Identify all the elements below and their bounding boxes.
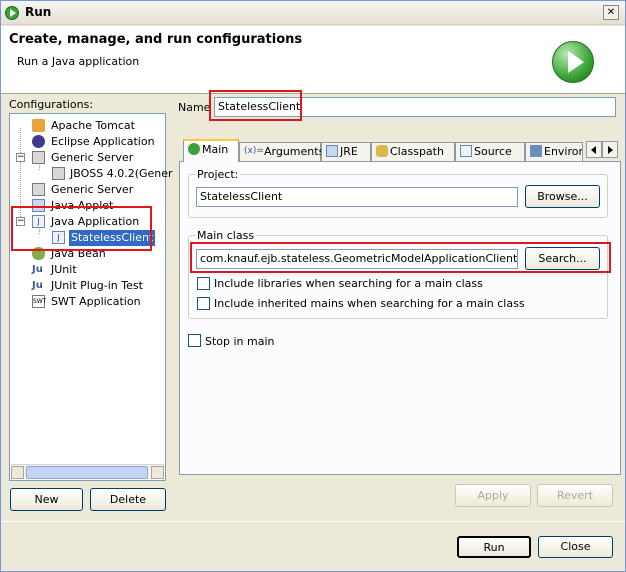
- scroll-thumb[interactable]: [26, 466, 148, 479]
- classpath-icon: [376, 145, 388, 157]
- configurations-tree[interactable]: Apache Tomcat Eclipse Application − Gene…: [9, 113, 173, 481]
- tab-arguments[interactable]: (x)= Arguments: [239, 142, 325, 161]
- tab-label: Source: [474, 145, 512, 158]
- window-title: Run: [25, 5, 52, 19]
- server-icon: [32, 183, 45, 196]
- tree-item-generic-server-2[interactable]: Generic Server: [10, 182, 160, 198]
- arguments-icon: (x)=: [244, 146, 264, 156]
- run-dialog: Run ✕ Create, manage, and run configurat…: [0, 0, 626, 572]
- tab-main[interactable]: Main: [183, 139, 239, 162]
- collapse-icon[interactable]: −: [16, 153, 25, 162]
- eclipse-icon: [32, 135, 45, 148]
- tab-label: Environ: [544, 145, 583, 158]
- footer-separator: [1, 521, 625, 522]
- tab-scroll-right-icon[interactable]: [602, 141, 618, 158]
- name-label: Name: [178, 101, 211, 114]
- configurations-label: Configurations:: [9, 98, 94, 111]
- tree-item-jboss[interactable]: JBOSS 4.0.2(Gener: [10, 166, 173, 182]
- revert-button[interactable]: Revert: [537, 484, 613, 507]
- tree-item-label: Apache Tomcat: [51, 119, 135, 132]
- main-class-label: Main class: [195, 229, 257, 242]
- tomcat-icon: [32, 119, 45, 132]
- environment-icon: [530, 145, 542, 157]
- close-icon[interactable]: ✕: [603, 5, 619, 20]
- new-button[interactable]: New: [10, 488, 83, 511]
- dialog-header: Create, manage, and run configurations R…: [1, 26, 625, 94]
- tree-item-label: JUnit: [51, 263, 77, 276]
- tree-item-junit[interactable]: Ju JUnit: [10, 262, 160, 278]
- source-icon: [460, 145, 472, 157]
- apply-button[interactable]: Apply: [455, 484, 531, 507]
- include-inherited-checkbox[interactable]: [197, 297, 210, 310]
- tab-environment[interactable]: Environ: [525, 142, 583, 161]
- tab-classpath[interactable]: Classpath: [371, 142, 455, 161]
- tree-item-eclipse-application[interactable]: Eclipse Application: [10, 134, 160, 150]
- server-icon: [52, 167, 65, 180]
- junit-icon: Ju: [32, 264, 43, 275]
- highlight-java-application: [11, 206, 152, 251]
- tree-item-label: JUnit Plug-in Test: [51, 279, 143, 292]
- run-icon: [5, 6, 19, 20]
- title-bar: Run ✕: [1, 1, 625, 25]
- tree-item-label: Generic Server: [51, 151, 134, 164]
- include-libraries-label: Include libraries when searching for a m…: [214, 277, 483, 290]
- tab-label: JRE: [340, 145, 358, 158]
- delete-button[interactable]: Delete: [90, 488, 166, 511]
- header-title: Create, manage, and run configurations: [9, 32, 303, 47]
- tab-strip: Main (x)= Arguments JRE Classpath Source…: [179, 139, 621, 162]
- junit-icon: Ju: [32, 280, 43, 291]
- tab-scroll-left-icon[interactable]: [586, 141, 602, 158]
- tree-item-label: Generic Server: [51, 183, 134, 196]
- close-button[interactable]: Close: [538, 536, 613, 558]
- swt-icon: SWT: [32, 295, 46, 308]
- project-label: Project:: [195, 168, 241, 181]
- tree-item-generic-server[interactable]: − Generic Server: [10, 150, 160, 166]
- scroll-left-icon[interactable]: [11, 466, 24, 479]
- run-button[interactable]: Run: [457, 536, 531, 558]
- tab-label: Main: [202, 143, 229, 156]
- tab-jre[interactable]: JRE: [321, 142, 371, 161]
- server-icon: [32, 151, 45, 164]
- browse-button[interactable]: Browse...: [525, 185, 600, 208]
- scroll-right-icon[interactable]: [151, 466, 164, 479]
- horizontal-scrollbar[interactable]: [11, 464, 164, 479]
- main-tab-icon: [188, 143, 200, 155]
- tree-item-label: SWT Application: [51, 295, 141, 308]
- tree-item-apache-tomcat[interactable]: Apache Tomcat: [10, 118, 160, 134]
- include-libraries-checkbox[interactable]: [197, 277, 210, 290]
- include-inherited-label: Include inherited mains when searching f…: [214, 297, 525, 310]
- stop-in-main-label: Stop in main: [205, 335, 275, 348]
- tree-item-label: JBOSS 4.0.2(Gener: [70, 167, 173, 180]
- stop-in-main-checkbox[interactable]: [188, 334, 201, 347]
- highlight-main-class: [190, 242, 611, 273]
- highlight-name: [209, 90, 302, 121]
- tree-item-swt-application[interactable]: SWT SWT Application: [10, 294, 160, 310]
- tab-source[interactable]: Source: [455, 142, 525, 161]
- run-icon: [552, 41, 594, 83]
- tab-label: Arguments: [264, 145, 325, 158]
- tree-item-junit-plugin-test[interactable]: Ju JUnit Plug-in Test: [10, 278, 160, 294]
- project-field[interactable]: StatelessClient: [196, 187, 518, 207]
- tree-item-label: Eclipse Application: [51, 135, 155, 148]
- header-subtitle: Run a Java application: [17, 55, 140, 68]
- jre-icon: [326, 145, 338, 157]
- tab-label: Classpath: [390, 145, 444, 158]
